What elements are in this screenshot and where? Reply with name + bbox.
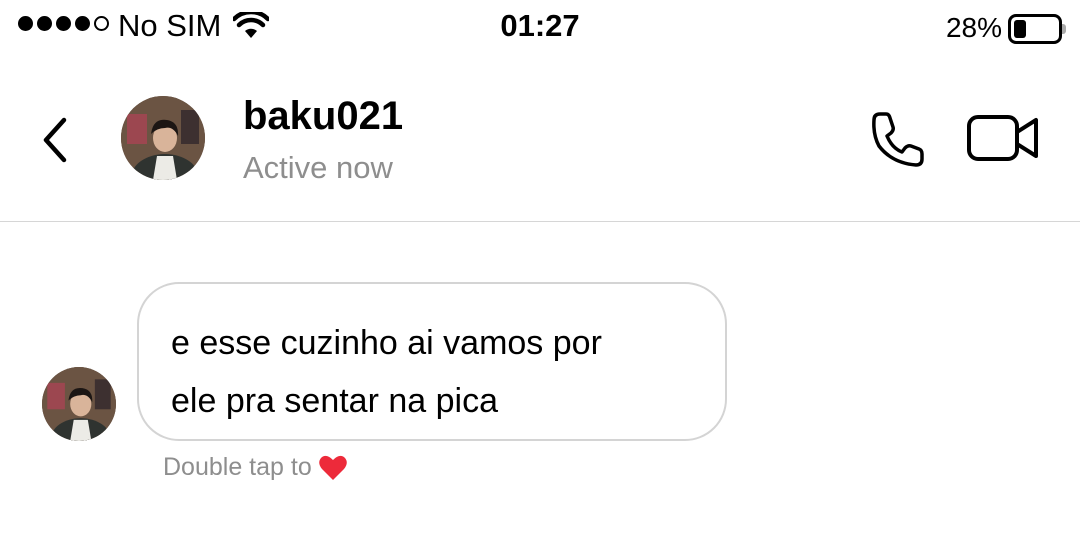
chat-header: baku021 Active now <box>0 56 1080 222</box>
double-tap-hint: Double tap to <box>163 453 348 482</box>
phone-icon[interactable] <box>864 108 928 172</box>
battery-icon <box>1008 14 1066 44</box>
dm-screen: No SIM 01:27 28% baku021 Active now e es… <box>0 0 1080 559</box>
hint-label: Double tap to <box>163 453 312 481</box>
status-bar: No SIM 01:27 28% <box>0 0 1080 56</box>
message-text-line-2: ele pra sentar na pica <box>171 382 498 420</box>
avatar[interactable] <box>121 96 205 180</box>
message-bubble[interactable]: e esse cuzinho ai vamos por ele pra sent… <box>137 282 727 441</box>
activity-status: Active now <box>243 150 393 185</box>
sender-avatar[interactable] <box>42 367 116 441</box>
video-camera-icon[interactable] <box>966 112 1040 164</box>
clock: 01:27 <box>500 8 580 43</box>
chevron-left-icon[interactable] <box>36 114 76 166</box>
heart-icon <box>318 455 347 480</box>
message-text-line-1: e esse cuzinho ai vamos por <box>171 324 602 362</box>
username[interactable]: baku021 <box>243 94 403 139</box>
battery-percentage: 28% <box>945 12 1002 43</box>
